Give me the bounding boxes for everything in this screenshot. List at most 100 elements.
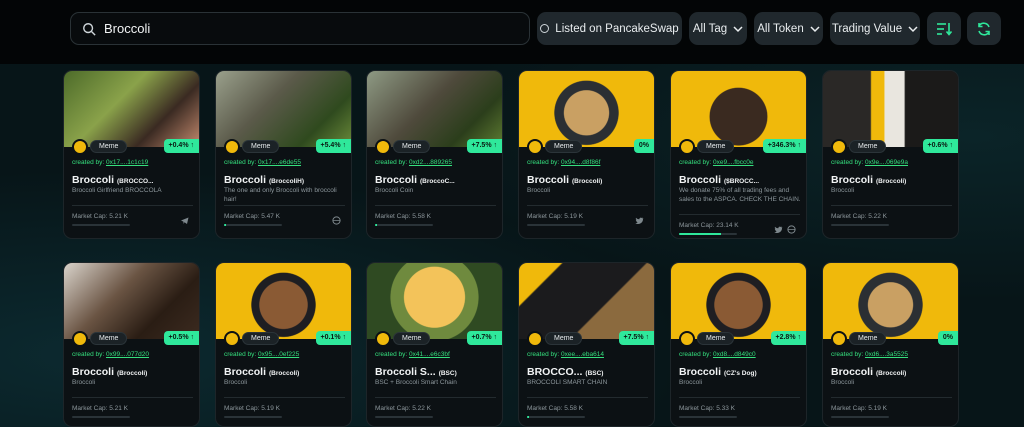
progress-bar [224, 416, 282, 418]
creator-address-link[interactable]: 0x41....e6c3bf [409, 351, 450, 358]
token-image [64, 263, 199, 339]
creator-address-link[interactable]: 0xd8....d849c0 [713, 351, 756, 358]
bnb-coin-icon [375, 139, 391, 155]
creator-address-link[interactable]: 0xd2....889265 [409, 159, 452, 166]
token-symbol: (CZ's Dog) [724, 370, 757, 377]
divider [679, 397, 800, 398]
token-card[interactable]: Meme +0.4% ↑ created by: 0x17....1c1c19 Bro… [63, 70, 200, 239]
token-card[interactable]: Meme +0.1% ↑ created by: 0x95....0ef225 Bro… [215, 262, 352, 427]
bnb-coin-icon [72, 331, 88, 347]
listed-on-pancakeswap-toggle[interactable]: Listed on PancakeSwap [537, 12, 682, 45]
token-title[interactable]: Broccoli (Broccoli) [831, 174, 955, 186]
token-title[interactable]: Broccoli S... (BSC) [375, 366, 499, 378]
divider [831, 205, 952, 206]
token-card[interactable]: Meme +7.5% ↑ created by: 0xee....eba614 BRO… [518, 262, 655, 427]
token-card[interactable]: Meme +2.8% ↑ created by: 0xd8....d849c0 Bro… [670, 262, 807, 427]
creator-address-link[interactable]: 0x17....1c1c19 [106, 159, 148, 166]
token-name: Broccoli S... [375, 366, 436, 378]
progress-bar [224, 224, 282, 226]
progress-fill [224, 224, 226, 226]
twitter-icon[interactable] [774, 225, 783, 234]
token-card[interactable]: Meme 0% created by: 0x94....d8f86f Broccoli… [518, 70, 655, 239]
creator-line: created by: 0xee....eba614 [527, 351, 604, 358]
token-card[interactable]: Meme +0.7% ↑ created by: 0x41....e6c3bf Bro… [366, 262, 503, 427]
token-image [519, 263, 654, 339]
divider [72, 205, 193, 206]
chevron-down-icon [733, 25, 743, 32]
token-card[interactable]: Meme +5.4% ↑ created by: 0x17....e6de55 Bro… [215, 70, 352, 239]
token-name: Broccoli [679, 174, 722, 186]
tag-filter-dropdown[interactable]: All Tag [689, 12, 747, 45]
token-title[interactable]: Broccoli (Broccoli) [72, 366, 196, 378]
token-title[interactable]: Broccoli (BROCCO... [72, 174, 196, 186]
price-change-badge: +5.4% ↑ [315, 139, 351, 153]
radio-icon [540, 24, 550, 33]
token-title[interactable]: Broccoli ($BROCC... [679, 174, 803, 186]
token-title[interactable]: BROCCO... (BSC) [527, 366, 651, 378]
token-image [671, 263, 806, 339]
creator-address-link[interactable]: 0x95....0ef225 [258, 351, 299, 358]
search-input[interactable] [104, 21, 504, 36]
creator-address-link[interactable]: 0x17....e6de55 [258, 159, 301, 166]
token-title[interactable]: Broccoli (Broccoli) [224, 366, 348, 378]
creator-address-link[interactable]: 0xe9....fbcc0e [713, 159, 753, 166]
refresh-button[interactable] [967, 12, 1001, 45]
twitter-icon[interactable] [635, 216, 644, 225]
token-title[interactable]: Broccoli (CZ's Dog) [679, 366, 803, 378]
progress-bar [831, 224, 889, 226]
creator-prefix: created by: [72, 159, 105, 166]
sort-descending-icon [937, 22, 952, 36]
creator-address-link[interactable]: 0xee....eba614 [561, 351, 604, 358]
token-card[interactable]: Meme +7.5% ↑ created by: 0xd2....889265 Bro… [366, 70, 503, 239]
token-image [823, 71, 958, 147]
token-title[interactable]: Broccoli (Broccoli) [527, 174, 651, 186]
token-filter-dropdown[interactable]: All Token [754, 12, 823, 45]
creator-line: created by: 0xd8....d849c0 [679, 351, 756, 358]
token-symbol: (BSC) [438, 370, 457, 377]
progress-bar [72, 416, 130, 418]
creator-line: created by: 0x99....077d20 [72, 351, 149, 358]
token-title[interactable]: Broccoli (BroccoC... [375, 174, 499, 186]
creator-prefix: created by: [224, 351, 257, 358]
sort-order-button[interactable] [927, 12, 961, 45]
meme-tag: Meme [90, 332, 128, 345]
divider [527, 205, 648, 206]
progress-bar [527, 416, 585, 418]
telegram-icon[interactable] [180, 216, 189, 225]
divider [72, 397, 193, 398]
creator-address-link[interactable]: 0x99....077d20 [106, 351, 149, 358]
progress-bar [527, 224, 585, 226]
token-title[interactable]: Broccoli (Broccoli) [831, 366, 955, 378]
web-icon[interactable] [332, 216, 341, 225]
creator-line: created by: 0x41....e6c3bf [375, 351, 450, 358]
bnb-coin-icon [831, 139, 847, 155]
token-name: Broccoli [224, 366, 267, 378]
token-name: Broccoli [72, 366, 115, 378]
search-box[interactable] [70, 12, 530, 45]
token-card[interactable]: Meme 0% created by: 0xd6....3a5525 Broccoli… [822, 262, 959, 427]
token-description: Broccoli [831, 379, 855, 386]
sort-by-dropdown[interactable]: Trading Value [830, 12, 920, 45]
meme-tag: Meme [242, 332, 280, 345]
token-image [216, 263, 351, 339]
market-cap: Market Cap: 5.22 K [831, 213, 887, 220]
market-cap: Market Cap: 5.58 K [375, 213, 431, 220]
token-name: Broccoli [831, 174, 874, 186]
creator-address-link[interactable]: 0xd6....3a5525 [865, 351, 908, 358]
token-symbol: (BroccoliH) [269, 178, 305, 185]
tag-filter-label: All Tag [692, 22, 728, 35]
market-cap: Market Cap: 5.19 K [527, 213, 583, 220]
token-description: BSC + Broccoli Smart Chain [375, 379, 457, 386]
token-title[interactable]: Broccoli (BroccoliH) [224, 174, 348, 186]
meme-tag: Meme [90, 140, 128, 153]
token-card[interactable]: Meme +346.3% ↑ created by: 0xe9....fbcc0e B… [670, 70, 807, 239]
token-card[interactable]: Meme +0.6% ↑ created by: 0x9e....069e9a Bro… [822, 70, 959, 239]
listed-label: Listed on PancakeSwap [555, 22, 679, 35]
web-icon[interactable] [787, 225, 796, 234]
meme-tag: Meme [242, 140, 280, 153]
creator-address-link[interactable]: 0x9e....069e9a [865, 159, 908, 166]
token-name: BROCCO... [527, 366, 583, 378]
progress-fill [375, 224, 378, 226]
creator-address-link[interactable]: 0x94....d8f86f [561, 159, 600, 166]
token-card[interactable]: Meme +0.5% ↑ created by: 0x99....077d20 Bro… [63, 262, 200, 427]
